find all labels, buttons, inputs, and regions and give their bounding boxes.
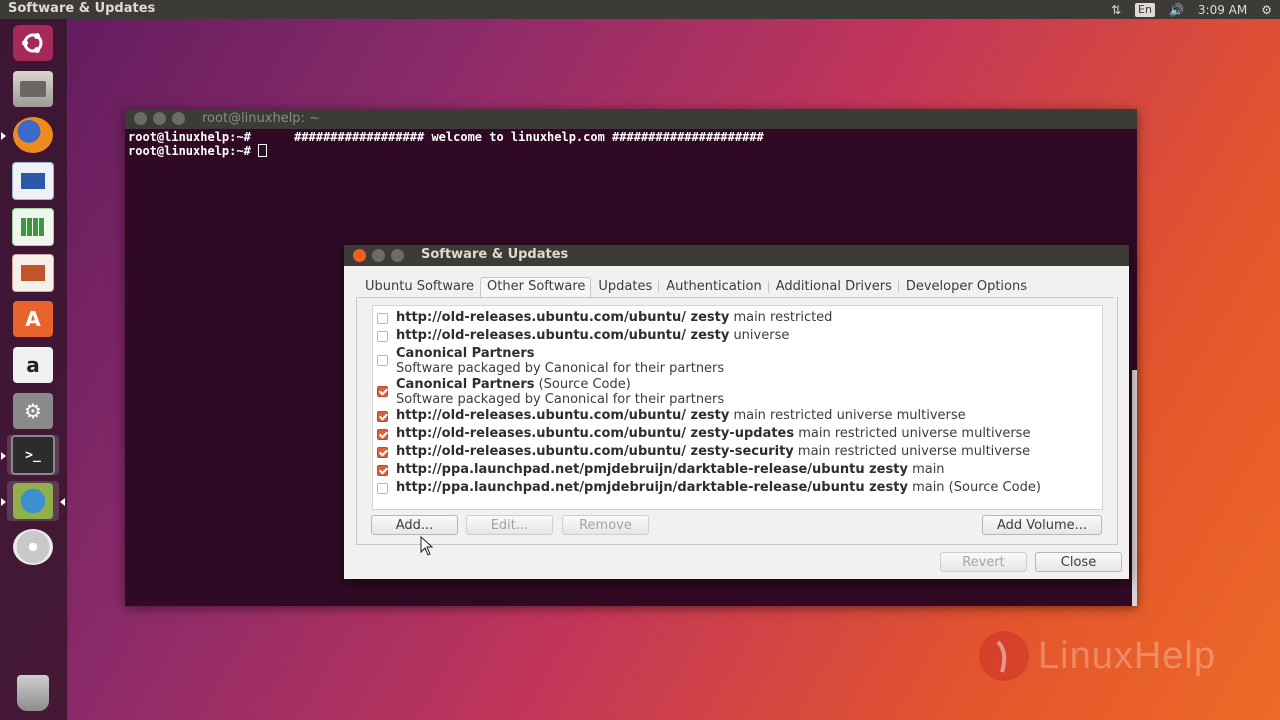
software-updates-icon[interactable] [1,481,65,521]
files-icon[interactable] [7,69,59,109]
clock[interactable]: 3:09 AM [1198,3,1247,17]
list-item[interactable]: Canonical Partners (Source Code) Software… [373,377,1102,407]
source-components: main (Source Code) [907,480,1041,495]
keyboard-layout-indicator[interactable]: En [1135,2,1155,17]
watermark-text: LinuxHelp [1038,634,1216,677]
tab-developer-options[interactable]: Developer Options [899,277,1033,297]
source-components: main restricted universe multiverse [793,444,1031,459]
source-uri: http://old-releases.ubuntu.com/ubuntu/ z… [396,328,730,343]
terminal-prompt: root@linuxhelp:~# [128,130,251,144]
writer-icon[interactable] [7,161,59,201]
tab-updates[interactable]: Updates [591,277,658,297]
add-volume-button[interactable]: Add Volume... [982,515,1102,535]
source-components: (Source Code) [534,377,631,392]
source-checkbox[interactable] [377,447,388,458]
source-components: main restricted [729,310,833,325]
terminal-icon[interactable]: >_ [1,435,59,475]
list-item[interactable]: http://old-releases.ubuntu.com/ubuntu/ z… [373,328,1102,344]
source-checkbox[interactable] [377,429,388,440]
remove-button[interactable]: Remove [562,515,649,535]
terminal-prompt: root@linuxhelp:~# [128,144,251,158]
source-checkbox[interactable] [377,411,388,422]
terminal-cursor [258,144,268,157]
source-uri: http://ppa.launchpad.net/pmjdebruijn/dar… [396,480,908,495]
source-checkbox[interactable] [377,331,388,342]
revert-button[interactable]: Revert [940,552,1027,572]
source-uri: http://old-releases.ubuntu.com/ubuntu/ z… [396,310,730,325]
terminal-line: ################## welcome to linuxhelp.… [250,130,764,144]
source-uri: http://ppa.launchpad.net/pmjdebruijn/dar… [396,462,908,477]
software-updates-dialog: Software & Updates Ubuntu Software Other… [344,245,1129,579]
terminal-titlebar[interactable]: root@linuxhelp: ~ [125,109,1137,129]
maximize-icon[interactable] [391,249,404,262]
list-item[interactable]: http://old-releases.ubuntu.com/ubuntu/ z… [373,310,1102,326]
list-item[interactable]: http://old-releases.ubuntu.com/ubuntu/ z… [373,408,1102,424]
list-item[interactable]: http://ppa.launchpad.net/pmjdebruijn/dar… [373,462,1102,478]
impress-icon[interactable] [7,253,59,293]
tab-additional-drivers[interactable]: Additional Drivers [769,277,898,297]
source-uri: http://old-releases.ubuntu.com/ubuntu/ z… [396,408,730,423]
edit-button[interactable]: Edit... [466,515,553,535]
firefox-icon[interactable] [1,115,59,155]
source-checkbox[interactable] [377,386,388,397]
minimize-icon[interactable] [153,112,166,125]
source-description: Software packaged by Canonical for their… [396,361,725,376]
close-icon[interactable] [134,112,147,125]
dvd-icon[interactable] [7,527,59,567]
list-item[interactable]: http://old-releases.ubuntu.com/ubuntu/ z… [373,426,1102,442]
source-components: main restricted universe multiverse [729,408,966,423]
source-checkbox[interactable] [377,355,388,366]
tab-authentication[interactable]: Authentication [659,277,767,297]
source-checkbox[interactable] [377,465,388,476]
ubuntu-logo-icon[interactable] [7,23,59,63]
active-window-title: Software & Updates [8,1,156,16]
close-button[interactable]: Close [1035,552,1122,572]
minimize-icon[interactable] [372,249,385,262]
indicator-area: ⇅ En 🔊 3:09 AM ⚙ [1111,0,1272,19]
tab-bar: Ubuntu Software Other Software Updates A… [358,277,1114,298]
network-icon[interactable]: ⇅ [1111,3,1121,17]
add-button[interactable]: Add... [371,515,458,535]
system-settings-icon[interactable]: ⚙ [7,391,59,431]
source-description: Software packaged by Canonical for their… [396,392,725,407]
terminal-title: root@linuxhelp: ~ [202,111,320,126]
gear-icon[interactable]: ⚙ [1261,3,1272,17]
source-components: main [907,462,945,477]
top-panel: Software & Updates ⇅ En 🔊 3:09 AM ⚙ [0,0,1280,19]
list-item[interactable]: Canonical Partners Software packaged by C… [373,346,1102,376]
sources-list[interactable]: http://old-releases.ubuntu.com/ubuntu/ z… [372,305,1103,510]
source-uri: Canonical Partners [396,346,535,361]
list-item[interactable]: http://ppa.launchpad.net/pmjdebruijn/dar… [373,480,1102,496]
source-uri: Canonical Partners [396,377,535,392]
source-checkbox[interactable] [377,313,388,324]
dialog-title: Software & Updates [421,247,569,262]
maximize-icon[interactable] [172,112,185,125]
launcher: A a ⚙ >_ [0,19,68,720]
source-components: universe [729,328,790,343]
tab-other-software[interactable]: Other Software [480,277,592,297]
linuxhelp-watermark: LinuxHelp [976,628,1216,684]
tab-ubuntu-software[interactable]: Ubuntu Software [358,277,480,297]
close-icon[interactable] [353,249,366,262]
source-uri: http://old-releases.ubuntu.com/ubuntu/ z… [396,426,795,441]
amazon-icon[interactable]: a [7,345,59,385]
terminal-scrollbar[interactable] [1132,370,1137,606]
source-components: main restricted universe multiverse [794,426,1031,441]
trash-icon[interactable] [7,673,59,713]
dialog-titlebar[interactable]: Software & Updates [344,245,1129,266]
volume-icon[interactable]: 🔊 [1169,3,1184,17]
source-checkbox[interactable] [377,483,388,494]
mouse-pointer-icon [420,535,434,560]
list-item[interactable]: http://old-releases.ubuntu.com/ubuntu/ z… [373,444,1102,460]
linuxhelp-logo-icon [979,631,1029,681]
software-center-icon[interactable]: A [7,299,59,339]
terminal-output[interactable]: root@linuxhelp:~# ################## wel… [125,129,1137,159]
source-uri: http://old-releases.ubuntu.com/ubuntu/ z… [396,444,794,459]
calc-icon[interactable] [7,207,59,247]
